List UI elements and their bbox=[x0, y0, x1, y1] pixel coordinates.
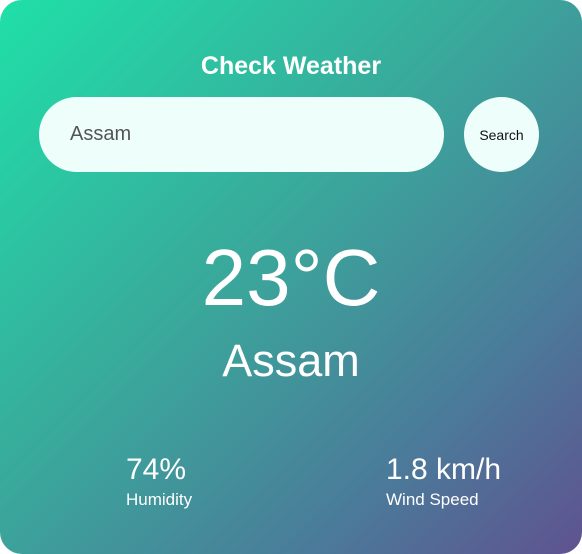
search-input[interactable] bbox=[39, 97, 444, 172]
temperature: 23°C bbox=[201, 233, 381, 322]
wind-speed-label: Wind Speed bbox=[386, 490, 479, 509]
page-title: Check Weather bbox=[200, 52, 382, 80]
humidity-stat: 74% Humidity bbox=[126, 452, 192, 512]
humidity-value: 74% bbox=[126, 453, 187, 486]
humidity-label: Humidity bbox=[126, 490, 193, 509]
search-button[interactable]: Search bbox=[464, 97, 539, 172]
city-name: Assam bbox=[222, 335, 360, 386]
wind-stat: 1.8 km/h Wind Speed bbox=[386, 452, 501, 512]
wind-speed-value: 1.8 km/h bbox=[386, 453, 502, 486]
weather-card: Check Weather Search 23°C Assam 74% Humi… bbox=[0, 0, 582, 554]
